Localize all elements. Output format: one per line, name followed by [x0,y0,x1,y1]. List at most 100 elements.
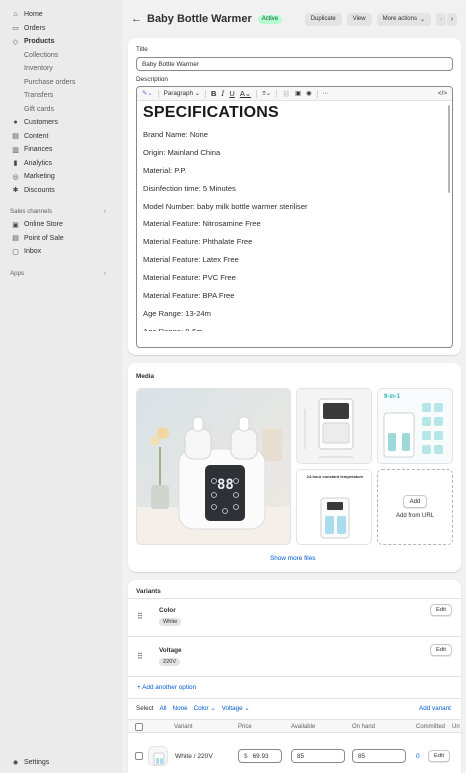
sidebar-item-analytics[interactable]: ▮ Analytics [0,157,122,171]
chevron-right-icon: › [103,208,106,215]
add-media-button[interactable]: Add [402,495,428,508]
sidebar-item-inbox[interactable]: ▢ Inbox [0,245,122,259]
sales-channels-header[interactable]: Sales channels › [0,205,122,218]
edit-option-button[interactable]: Edit [430,604,452,616]
pagination: ‹ › [436,12,457,26]
sidebar-item-label: Home [24,11,43,19]
row-checkbox[interactable] [135,752,143,760]
sidebar-item-collections[interactable]: Collections [0,49,122,63]
next-icon[interactable]: › [447,12,457,26]
person-icon: ● [13,119,18,127]
sidebar-item-inventory[interactable]: Inventory [0,62,122,76]
sidebar-item-label: Settings [24,759,50,767]
video-icon[interactable]: ◉ [306,90,312,97]
media-main-image[interactable]: 88 [136,388,291,545]
add-from-url-link[interactable]: Add from URL [396,513,434,519]
paragraph-select[interactable]: Paragraph ⌄ [164,90,200,97]
previous-icon[interactable]: ‹ [436,12,446,26]
add-option-link[interactable]: + Add another option [137,684,196,691]
sidebar-item-customers[interactable]: ● Customers [0,116,122,130]
media-card: Media 88 9-in-1 24-hour constant tempera… [128,363,461,572]
column-header-committed: Committed [416,724,446,730]
duplicate-button[interactable]: Duplicate [304,12,342,26]
sidebar-item-content[interactable]: ▤ Content [0,130,122,144]
link-icon[interactable]: ⛓ [282,90,290,98]
more-icon[interactable]: ⋯ [323,90,329,97]
view-button[interactable]: View [346,12,372,26]
media-thumbnail[interactable] [296,388,372,464]
sidebar-item-settings[interactable]: ✹ Settings [0,756,122,770]
sidebar-item-purchase-orders[interactable]: Purchase orders [0,76,122,90]
text-color-icon[interactable]: A⌄ [240,89,251,98]
sidebar-item-label: Content [24,132,49,140]
committed-value[interactable]: 0 [416,753,420,760]
apps-header[interactable]: Apps › [0,267,122,280]
show-more-files-link[interactable]: Show more files [270,555,315,562]
underline-icon[interactable]: U [229,89,234,98]
sidebar-item-discounts[interactable]: ✱ Discounts [0,184,122,198]
select-voltage-dropdown[interactable]: Voltage ⌄ [222,705,250,712]
back-arrow-icon[interactable]: ← [131,13,142,25]
magic-icon[interactable]: ✎⌄ [142,90,153,97]
select-all-checkbox[interactable] [135,723,143,731]
edit-option-button[interactable]: Edit [430,644,452,656]
on-hand-input[interactable]: 85 [352,749,406,763]
sidebar-item-online-store[interactable]: ▣ Online Store [0,218,122,232]
toolbar-divider [276,89,278,98]
variants-table-header: Variant Price Available On hand Committe… [128,719,461,733]
select-all-link[interactable]: All [160,705,167,712]
sidebar-item-point-of-sale[interactable]: ▤ Point of Sale [0,232,122,246]
title-input[interactable]: Baby Bottle Warmer [136,57,453,71]
sidebar-item-home[interactable]: ⌂ Home [0,8,122,22]
spec-line: Material: P.P. [143,165,187,175]
spec-line: Material Feature: PVC Free [143,273,236,283]
available-input[interactable]: 85 [291,749,345,763]
sidebar-item-orders[interactable]: ▭ Orders [0,22,122,36]
spec-heading: SPECIFICATIONS [143,104,279,121]
editor-scrollbar[interactable] [448,105,450,193]
sidebar-item-products[interactable]: ◇ Products [0,35,122,49]
home-icon: ⌂ [13,11,18,19]
sidebar-item-transfers[interactable]: Transfers [0,89,122,103]
more-actions-button[interactable]: More actions ⌄ [376,12,431,26]
sidebar-item-label: Analytics [24,159,53,167]
italic-icon[interactable]: I [221,89,224,98]
sidebar-item-label: Online Store [24,221,63,229]
description-label: Description [136,76,168,83]
select-none-link[interactable]: None [173,705,188,712]
align-icon[interactable]: ≡⌄ [262,90,271,97]
select-color-label: Color [193,705,209,712]
variant-select-row: Select All None Color ⌄ Voltage ⌄ [136,705,250,712]
unavailable-edit-button[interactable]: Edit [428,750,450,762]
spec-line: Material Feature: Nitrosamine Free [143,219,261,229]
status-badge: Active [257,14,283,24]
bold-icon[interactable]: B [211,89,216,98]
variant-image [149,747,167,765]
sidebar-item-label: Purchase orders [24,78,76,86]
code-icon[interactable]: </> [438,90,447,97]
store-icon: ▣ [12,221,19,229]
price-input[interactable]: $ 69.93 [238,749,282,763]
image-icon[interactable]: ▣ [295,90,301,97]
function-overview-image [378,389,452,463]
sidebar-item-label: Finances [24,146,53,154]
editor-toolbar: ✎⌄ Paragraph ⌄ B I U A⌄ ≡⌄ ⛓ ▣ ◉ ⋯ </> [137,87,452,101]
add-media-dropzone[interactable]: Add Add from URL [377,469,453,545]
editor-content[interactable]: SPECIFICATIONS Brand Name: None Origin: M… [137,101,452,331]
sidebar-item-marketing[interactable]: ◎ Marketing [0,170,122,184]
toolbar-divider [316,89,318,98]
drag-handle-icon[interactable]: ⠿ [137,612,143,621]
drag-handle-icon[interactable]: ⠿ [137,652,143,661]
thumbnail-tag: 9-in-1 [384,394,401,400]
sidebar-item-label: Products [24,38,55,46]
media-thumbnail[interactable]: 24-hour constant temperature [296,469,372,545]
product-details-card: Title Baby Bottle Warmer Description ✎⌄ … [128,38,461,355]
media-thumbnail[interactable]: 9-in-1 [377,388,453,464]
sidebar-item-gift-cards[interactable]: Gift cards [0,103,122,117]
add-variant-link[interactable]: Add variant [419,705,451,712]
sidebar-item-label: Collections [24,51,59,59]
variant-thumbnail[interactable] [148,746,168,766]
select-color-dropdown[interactable]: Color ⌄ [194,705,216,712]
divider [128,676,461,677]
sidebar-item-finances[interactable]: ▥ Finances [0,143,122,157]
